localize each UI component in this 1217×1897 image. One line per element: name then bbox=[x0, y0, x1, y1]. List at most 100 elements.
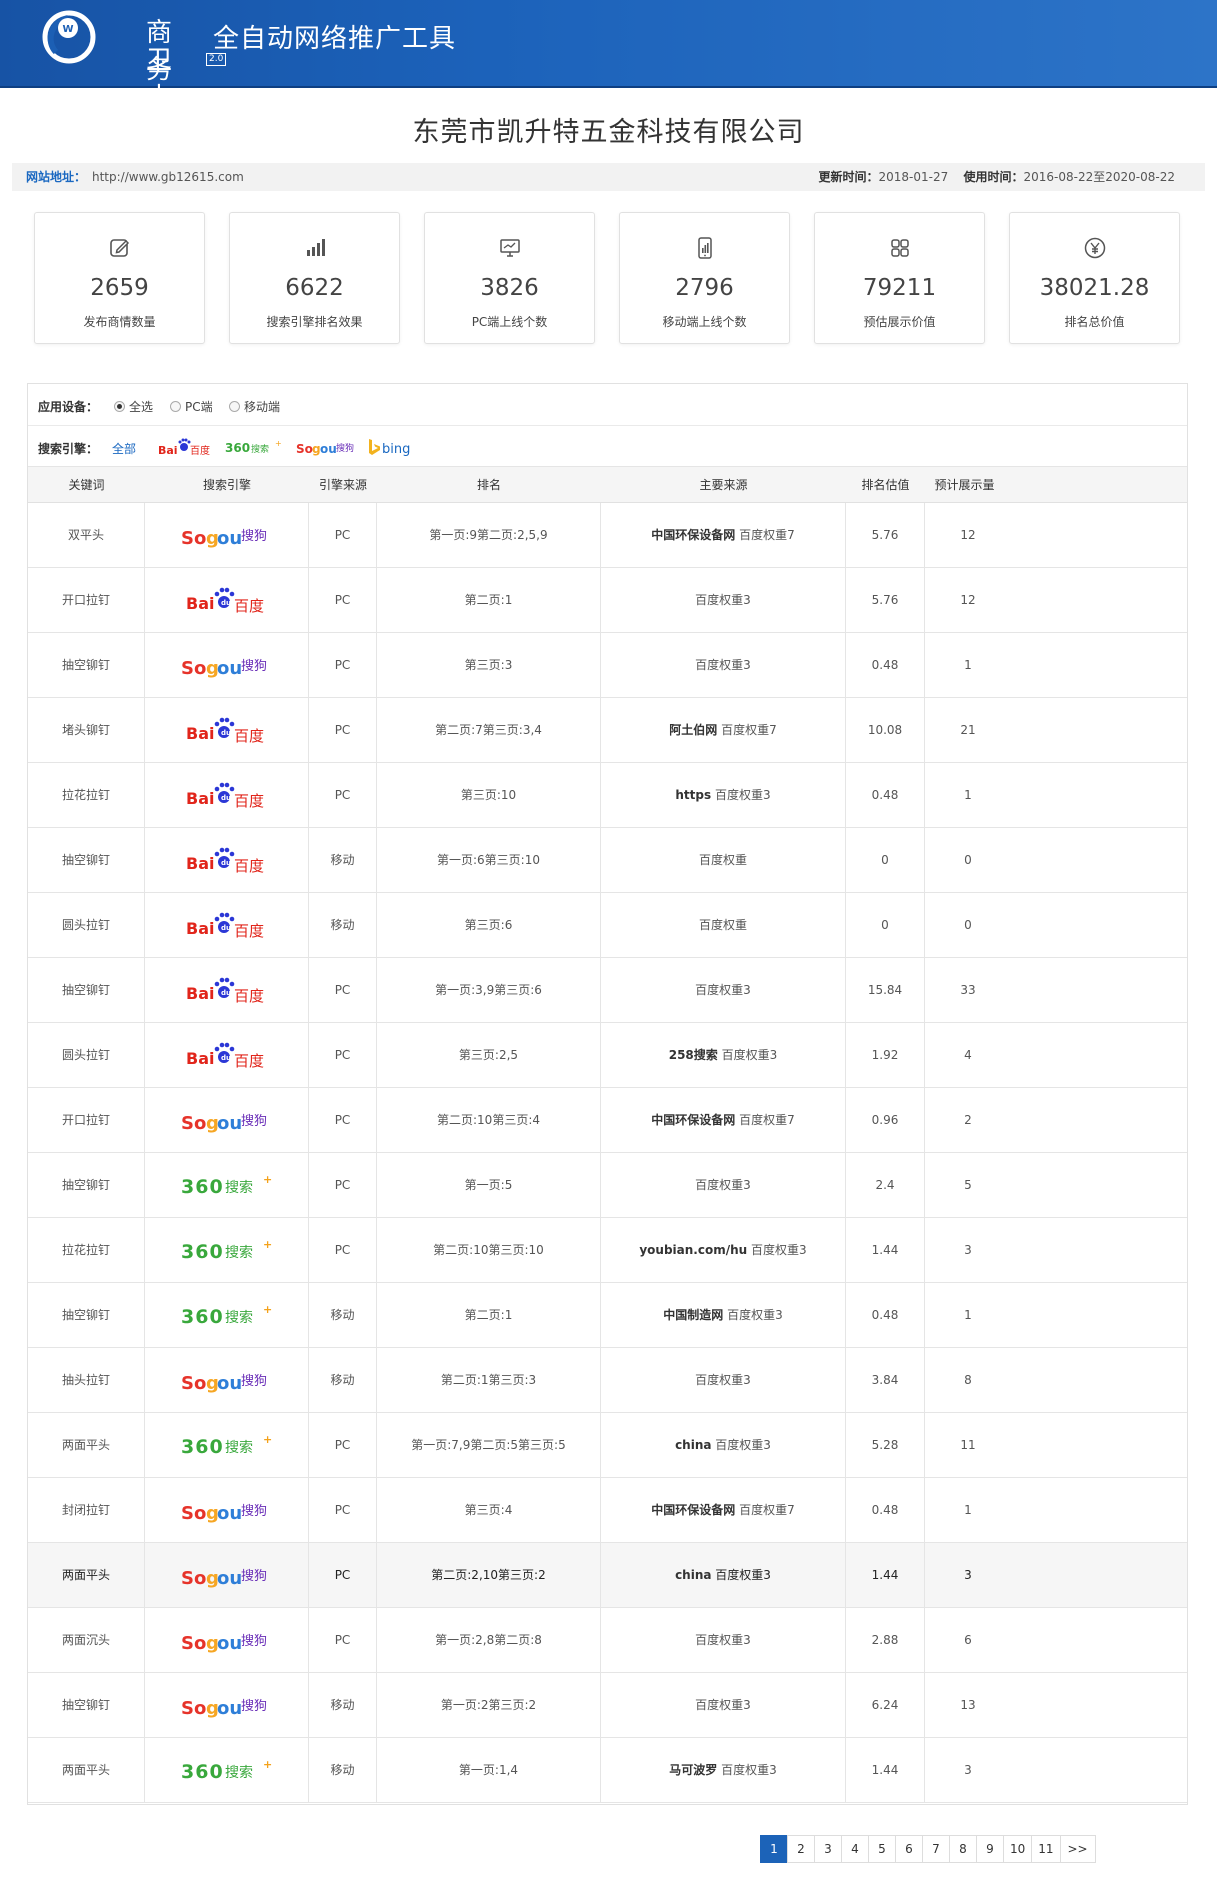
table-row[interactable]: 开口拉钉 So g ou 搜狗 PC 第二页:10第三页:4 中国环保设备网 百度权重7 0.9… bbox=[28, 1088, 1187, 1153]
sogou-logo-icon: So gou搜狗 bbox=[181, 1698, 267, 1719]
page-button-2[interactable]: 2 bbox=[787, 1835, 815, 1863]
table-row[interactable]: 抽空铆钉 So g ou 搜狗 PC 第三页:3 百度权重3 0.48 1 bbox=[28, 633, 1187, 698]
svg-text:So: So bbox=[181, 1633, 206, 1654]
radio-dot[interactable] bbox=[114, 401, 125, 412]
value-cell: 0 bbox=[846, 828, 925, 893]
svg-text:So: So bbox=[181, 1698, 206, 1719]
svg-text:搜狗: 搜狗 bbox=[241, 1634, 267, 1649]
svg-text:Bai: Bai bbox=[186, 984, 214, 1003]
page-button-4[interactable]: 4 bbox=[841, 1835, 869, 1863]
page-button-6[interactable]: 6 bbox=[895, 1835, 923, 1863]
table-row[interactable]: 抽头拉钉 So g ou 搜狗 移动 第二页:1第三页:3 百度权重3 3.84 8 bbox=[28, 1348, 1187, 1413]
keyword-cell: 圆头拉钉 bbox=[28, 893, 145, 958]
sogou-logo-icon: So gou搜狗 bbox=[181, 1113, 267, 1134]
stat-card-publish: 2659 发布商情数量 bbox=[34, 212, 205, 344]
page-button-10[interactable]: 10 bbox=[1003, 1835, 1033, 1863]
value-cell: 5.76 bbox=[846, 503, 925, 568]
views-cell: 13 bbox=[960, 1698, 976, 1712]
table-row[interactable]: 抽空铆钉 360 搜索 + PC 第一页:5 百度权重3 2.4 5 bbox=[28, 1153, 1187, 1218]
main-source-weight: 百度权重3 bbox=[747, 1243, 807, 1257]
keyword-cell: 两面沉头 bbox=[28, 1608, 145, 1673]
table-row[interactable]: 抽空铆钉 Bai du 百度 PC 第一页:3,9第三页:6 百度权重3 15.84 33 bbox=[28, 958, 1187, 1023]
svg-text:ou: ou bbox=[217, 1568, 242, 1589]
engine-cell: Bai du 百度 bbox=[145, 568, 309, 633]
table-row[interactable]: 圆头拉钉 Bai du 百度 PC 第三页:2,5 258搜索 百度权重3 1.92 4 bbox=[28, 1023, 1187, 1088]
rank-cell: 第二页:7第三页:3,4 bbox=[377, 698, 601, 763]
update-time-label: 更新时间： bbox=[818, 170, 879, 184]
views-cell: 8 bbox=[964, 1373, 972, 1387]
svg-text:ou: ou bbox=[217, 528, 242, 549]
page-button-7[interactable]: 7 bbox=[922, 1835, 950, 1863]
page-button-8[interactable]: 8 bbox=[949, 1835, 977, 1863]
table-row[interactable]: 两面沉头 So g ou 搜狗 PC 第一页:2,8第二页:8 百度权重3 2.88 6 bbox=[28, 1608, 1187, 1673]
table-row[interactable]: 封闭拉钉 So g ou 搜狗 PC 第三页:4 中国环保设备网 百度权重7 0.48 1 bbox=[28, 1478, 1187, 1543]
engine-all[interactable]: 全部 bbox=[112, 440, 136, 457]
page-button-1[interactable]: 1 bbox=[760, 1835, 788, 1863]
engine-cell: 360 搜索 + bbox=[145, 1738, 309, 1803]
rank-cell: 第三页:2,5 bbox=[377, 1023, 601, 1088]
bing-filter-icon[interactable]: bing bbox=[367, 437, 425, 459]
source-cell: PC bbox=[309, 1153, 377, 1218]
views-cell: 3 bbox=[964, 1568, 972, 1582]
radio-pc[interactable]: PC端 bbox=[170, 398, 213, 415]
next-page-button[interactable]: >> bbox=[1059, 1835, 1096, 1863]
table-row[interactable]: 拉花拉钉 360 搜索 + PC 第二页:10第三页:10 youbian.com/hu 百… bbox=[28, 1218, 1187, 1283]
page-button-11[interactable]: 11 bbox=[1031, 1835, 1061, 1863]
keyword-cell: 抽空铆钉 bbox=[28, 1153, 145, 1218]
table-row[interactable]: 抽空铆钉 So g ou 搜狗 移动 第一页:2第三页:2 百度权重3 6.24 13 bbox=[28, 1673, 1187, 1738]
radio-mobile[interactable]: 移动端 bbox=[229, 398, 280, 415]
baidu-logo-icon: Bai du 百度 bbox=[186, 782, 264, 810]
table-row[interactable]: 开口拉钉 Bai du 百度 PC 第二页:1 百度权重3 5.76 12 bbox=[28, 568, 1187, 633]
engine-cell: So g ou 搜狗 bbox=[145, 1088, 309, 1153]
360-filter-icon[interactable]: 360 搜索 + bbox=[225, 437, 283, 459]
svg-text:ou: ou bbox=[217, 1373, 242, 1394]
table-row[interactable]: 拉花拉钉 Bai du 百度 PC 第三页:10 https 百度权重3 0.48 1 bbox=[28, 763, 1187, 828]
stat-card-estimate: 79211 预估展示价值 bbox=[814, 212, 985, 344]
table-row[interactable]: 两面平头 So g ou 搜狗 PC 第二页:2,10第三页:2 china 百度权重3 1.4… bbox=[28, 1543, 1187, 1608]
table-row[interactable]: 抽空铆钉 360 搜索 + 移动 第二页:1 中国制造网 百度权重3 0.48 1 bbox=[28, 1283, 1187, 1348]
main-source-cell: 百度权重3 bbox=[601, 1673, 846, 1738]
table-row[interactable]: 抽空铆钉 Bai du 百度 移动 第一页:6第三页:10 百度权重 0 0 bbox=[28, 828, 1187, 893]
views-cell: 2 bbox=[964, 1113, 972, 1127]
value-cell: 1.44 bbox=[846, 1543, 925, 1608]
main-source-site: youbian.com/hu bbox=[639, 1243, 748, 1257]
stat-label: 搜索引擎排名效果 bbox=[266, 315, 363, 329]
page-button-5[interactable]: 5 bbox=[868, 1835, 896, 1863]
page-button-3[interactable]: 3 bbox=[814, 1835, 842, 1863]
table-row[interactable]: 两面平头 360 搜索 + 移动 第一页:1,4 马可波罗 百度权重3 1.44 3 bbox=[28, 1738, 1187, 1803]
views-cell: 12 bbox=[960, 528, 976, 542]
svg-text:du: du bbox=[221, 794, 231, 802]
engine-cell: Bai du 百度 bbox=[145, 958, 309, 1023]
table-row[interactable]: 圆头拉钉 Bai du 百度 移动 第三页:6 百度权重 0 0 bbox=[28, 893, 1187, 958]
svg-text:du: du bbox=[221, 989, 231, 997]
sogou-filter-icon[interactable]: So g ou 搜狗 bbox=[296, 437, 354, 459]
radio-all[interactable]: 全选 bbox=[114, 398, 153, 415]
svg-text:du: du bbox=[221, 1054, 231, 1062]
rank-cell: 第三页:3 bbox=[377, 633, 601, 698]
main-source-cell: 百度权重3 bbox=[601, 958, 846, 1023]
rank-cell: 第三页:10 bbox=[377, 763, 601, 828]
table-row[interactable]: 两面平头 360 搜索 + PC 第一页:7,9第二页:5第三页:5 china 百度权重3… bbox=[28, 1413, 1187, 1478]
svg-text:360: 360 bbox=[181, 1436, 224, 1458]
logo[interactable]: W 商务 卫士 2.0 bbox=[38, 4, 227, 88]
main-source-site: china bbox=[675, 1438, 712, 1452]
svg-text:Bai: Bai bbox=[186, 594, 214, 613]
svg-text:+: + bbox=[263, 1433, 272, 1446]
date-info: 更新时间：2018-01-27 使用时间：2016-08-22至2020-08-… bbox=[818, 163, 1175, 191]
baidu-filter-icon[interactable]: Bai 百度 bbox=[158, 437, 216, 459]
rank-cell: 第一页:2,8第二页:8 bbox=[377, 1608, 601, 1673]
radio-dot[interactable] bbox=[170, 401, 181, 412]
value-cell: 2.4 bbox=[846, 1153, 925, 1218]
main-source-weight: 百度权重3 bbox=[711, 1438, 771, 1452]
site-url[interactable]: http://www.gb12615.com bbox=[92, 163, 244, 191]
radio-dot[interactable] bbox=[229, 401, 240, 412]
radio-label: 全选 bbox=[129, 400, 154, 414]
table-row[interactable]: 双平头 So g ou 搜狗 PC 第一页:9第二页:2,5,9 中国环保设备网 百度权重7 5… bbox=[28, 503, 1187, 568]
main-source-weight: 百度权重3 bbox=[695, 658, 751, 672]
col-source: 引擎来源 bbox=[318, 478, 367, 492]
stat-value: 3826 bbox=[480, 275, 539, 301]
table-row[interactable]: 堵头铆钉 Bai du 百度 PC 第二页:7第三页:3,4 阿土伯网 百度权重7 10.08… bbox=[28, 698, 1187, 763]
value-cell: 0.48 bbox=[846, 1283, 925, 1348]
main-source-weight: 百度权重7 bbox=[717, 723, 777, 737]
page-button-9[interactable]: 9 bbox=[976, 1835, 1004, 1863]
